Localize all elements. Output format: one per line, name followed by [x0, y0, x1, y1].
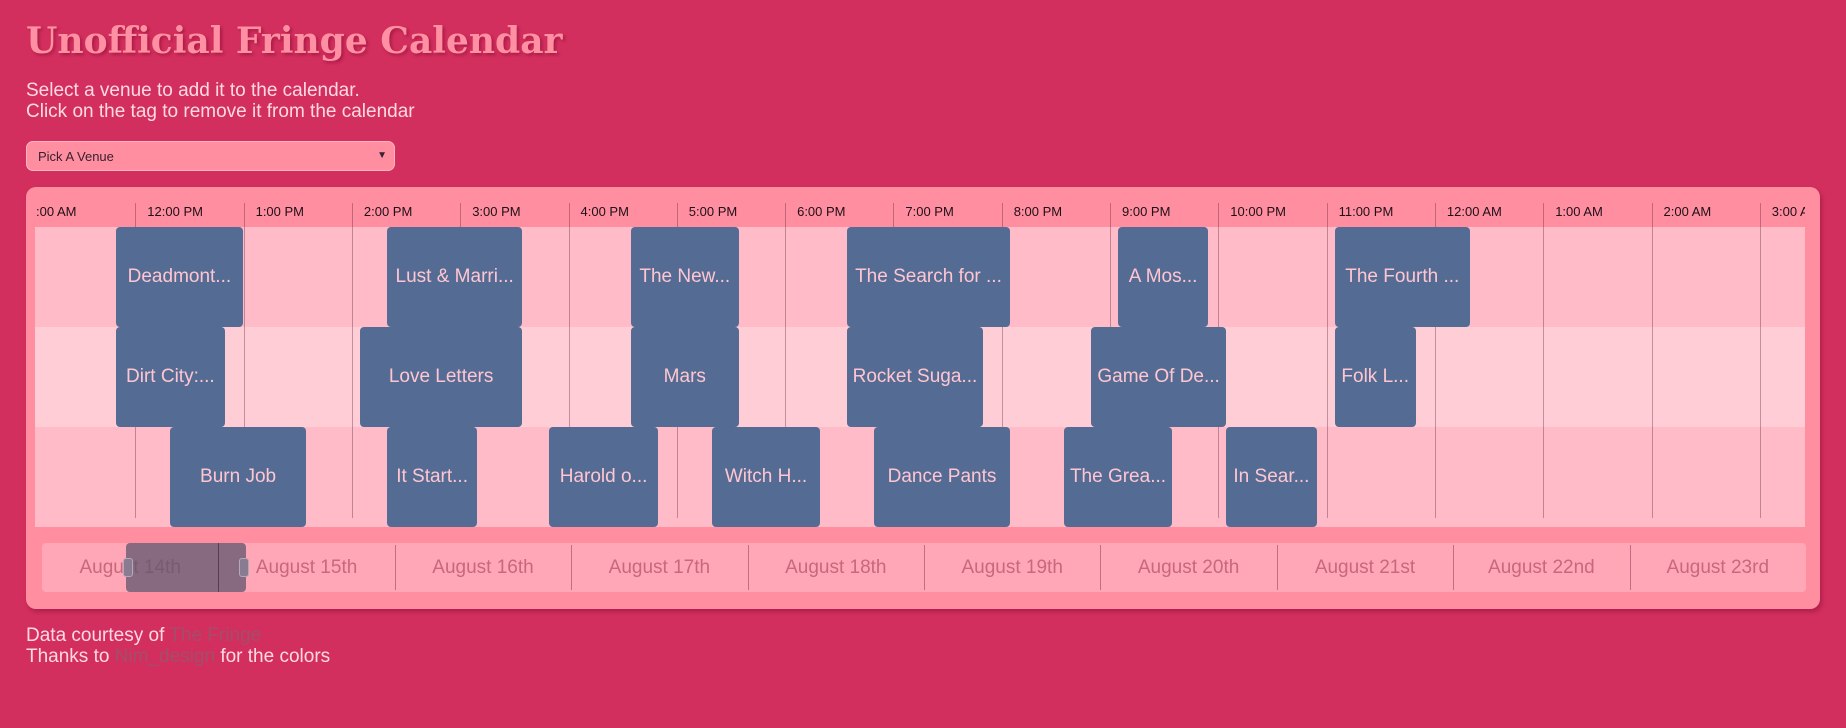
- event-block[interactable]: The Search for ...: [847, 227, 1010, 327]
- event-block[interactable]: Folk L...: [1334, 327, 1416, 427]
- date-brush[interactable]: [123, 543, 249, 592]
- instruction-line-1: Select a venue to add it to the calendar…: [26, 80, 360, 101]
- event-block[interactable]: The New...: [630, 227, 739, 327]
- timeline: :00 AM 12:00 PM 1:00 PM 2:00 PM 3:00 PM 4:00 …: [35, 191, 1805, 531]
- event-block[interactable]: The Fourth ...: [1334, 227, 1470, 327]
- time-tick-label: 12:00 PM: [147, 204, 203, 219]
- brush-divider: [218, 543, 219, 592]
- time-tick-label: 10:00 PM: [1230, 204, 1286, 219]
- calendar-panel: :00 AM 12:00 PM 1:00 PM 2:00 PM 3:00 PM 4:00 …: [26, 187, 1820, 609]
- venue-select-value: Pick A Venue: [38, 149, 114, 164]
- footer-line-credits: Data courtesy of The Fringe: [26, 625, 330, 646]
- time-gridline: [1651, 203, 1653, 518]
- event-block[interactable]: Burn Job: [170, 427, 306, 527]
- footer: Data courtesy of The Fringe Thanks to Ni…: [26, 625, 330, 667]
- footer-thanks-suffix: for the colors: [215, 646, 331, 667]
- date-range-selector[interactable]: August 23rd August 22nd August 21st August …: [42, 543, 1806, 592]
- date-cell[interactable]: August 23rd: [1630, 543, 1806, 592]
- event-block[interactable]: The Grea...: [1063, 427, 1173, 527]
- event-block[interactable]: It Start...: [386, 427, 478, 527]
- time-tick-label: 12:00 AM: [1446, 204, 1502, 219]
- instruction-line-2: Click on the tag to remove it from the c…: [26, 101, 415, 122]
- time-tick-label: 3:00 AM: [1771, 204, 1805, 219]
- time-tick-label: 7:00 PM: [905, 204, 954, 219]
- nim-design-link[interactable]: Nim_design: [115, 646, 215, 667]
- chevron-down-icon: ▼: [377, 150, 387, 161]
- fringe-link[interactable]: The Fringe: [169, 625, 261, 646]
- event-block[interactable]: Deadmont...: [116, 227, 243, 327]
- date-cell[interactable]: August 21st: [1277, 543, 1453, 592]
- time-gridline: [351, 203, 353, 518]
- date-cell[interactable]: August 20th: [1100, 543, 1276, 592]
- time-gridline: [1543, 203, 1545, 518]
- date-cell[interactable]: August 19th: [924, 543, 1100, 592]
- date-cell[interactable]: August 22nd: [1453, 543, 1629, 592]
- event-block[interactable]: Rocket Suga...: [847, 327, 983, 427]
- footer-credit-text: Data courtesy of: [26, 625, 170, 646]
- brush-handle-left[interactable]: [123, 558, 133, 577]
- event-block[interactable]: Dirt City:...: [116, 327, 225, 427]
- time-tick-label: 5:00 PM: [688, 204, 738, 219]
- event-block[interactable]: Lust & Marri...: [386, 227, 523, 327]
- time-gridline: [1326, 203, 1328, 518]
- time-tick-label: 6:00 PM: [797, 204, 846, 219]
- footer-thanks-text: Thanks to: [26, 646, 115, 667]
- time-gridline: [1759, 203, 1761, 518]
- event-block[interactable]: Witch H...: [711, 427, 821, 527]
- time-tick-label: 1:00 PM: [255, 204, 305, 219]
- time-axis: :00 AM 12:00 PM 1:00 PM 2:00 PM 3:00 PM 4:00 …: [35, 191, 1805, 227]
- date-cell[interactable]: August 18th: [748, 543, 924, 592]
- time-tick-label: 2:00 AM: [1663, 204, 1712, 219]
- event-block[interactable]: A Mos...: [1118, 227, 1209, 327]
- time-tick-label: 9:00 PM: [1122, 204, 1171, 219]
- event-block[interactable]: Mars: [630, 327, 739, 427]
- time-tick-label: 2:00 PM: [363, 204, 413, 219]
- footer-line-thanks: Thanks to Nim_design for the colors: [26, 646, 330, 667]
- time-tick-label: 8:00 PM: [1013, 204, 1063, 219]
- event-block[interactable]: In Sear...: [1226, 427, 1317, 527]
- time-tick-label: 3:00 PM: [472, 204, 521, 219]
- time-tick-label: 1:00 AM: [1555, 204, 1603, 219]
- event-block[interactable]: Harold o...: [549, 427, 658, 527]
- instructions: Select a venue to add it to the calendar…: [26, 80, 415, 122]
- event-block[interactable]: Game Of De...: [1090, 327, 1227, 427]
- event-block[interactable]: Dance Pants: [874, 427, 1010, 527]
- time-tick-label: 11:00 PM: [1338, 204, 1394, 219]
- time-tick-label: :00 AM: [36, 204, 77, 219]
- time-tick-label: 4:00 PM: [580, 204, 629, 219]
- brush-handle-right[interactable]: [239, 558, 249, 577]
- venue-select[interactable]: Pick A Venue ▼: [26, 141, 395, 171]
- date-cell[interactable]: August 16th: [395, 543, 571, 592]
- date-cell[interactable]: August 17th: [571, 543, 747, 592]
- page-title: Unofficial Fringe Calendar: [26, 20, 563, 62]
- event-block[interactable]: Love Letters: [359, 327, 523, 427]
